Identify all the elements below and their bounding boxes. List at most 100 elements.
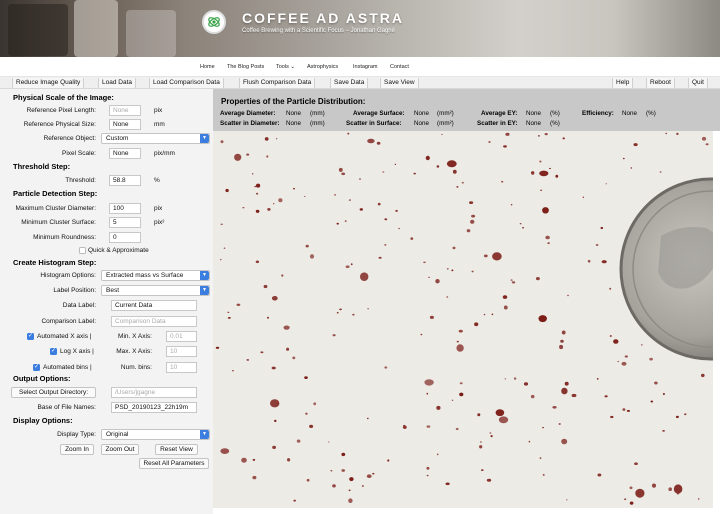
quick-approximate-checkbox[interactable]: [79, 247, 86, 254]
coffee-particle: [665, 132, 668, 135]
coffee-particle: [676, 493, 679, 495]
save-data-button[interactable]: Save Data: [330, 78, 369, 88]
coffee-particle: [649, 357, 653, 361]
coffee-particle: [384, 244, 387, 246]
coffee-particle: [495, 409, 505, 417]
display-options-heading: Display Options:: [13, 416, 73, 425]
coffee-particle: [503, 305, 508, 310]
coffee-particle: [545, 235, 550, 240]
coffee-particle: [270, 399, 280, 408]
average-surface-value: None: [414, 110, 430, 117]
reset-all-parameters-button[interactable]: Reset All Parameters: [139, 458, 209, 469]
max-x-axis-field[interactable]: 10: [166, 346, 197, 357]
threshold-field[interactable]: 58.8: [109, 175, 141, 186]
coffee-particle: [398, 227, 400, 230]
label-position-select[interactable]: Best ▼: [101, 285, 210, 296]
coffee-particle: [349, 477, 354, 482]
reduce-image-quality-button[interactable]: Reduce Image Quality: [12, 78, 85, 88]
base-file-names-field[interactable]: PSD_20190123_22h19m: [111, 402, 197, 413]
flush-comparison-data-button[interactable]: Flush Comparison Data: [239, 78, 316, 88]
histogram-options-select[interactable]: Extracted mass vs Surface ▼: [101, 270, 210, 281]
coffee-particle: [255, 260, 260, 264]
coffee-particle: [542, 473, 545, 476]
coffee-particle: [394, 163, 397, 165]
coffee-particle: [538, 315, 547, 323]
min-x-axis-field[interactable]: 0.01: [166, 331, 197, 342]
coffee-particle: [420, 333, 423, 336]
coffee-particle: [549, 167, 551, 170]
comparison-label-field[interactable]: Comparison Data: [111, 316, 197, 327]
histogram-options-value: Extracted mass vs Surface: [106, 272, 184, 279]
site-title[interactable]: COFFEE AD ASTRA: [242, 10, 404, 26]
particle-photo: [213, 131, 713, 508]
coffee-particle: [456, 340, 459, 343]
display-type-value: Original: [106, 431, 129, 438]
coffee-particle: [367, 308, 369, 310]
coffee-particle: [306, 478, 310, 482]
coffee-particle: [256, 183, 261, 188]
pixel-scale-field[interactable]: None: [109, 148, 141, 159]
coffee-particle: [477, 413, 481, 417]
min-cluster-surface-field[interactable]: 5: [109, 217, 141, 228]
nav-blog-posts[interactable]: The Blog Posts: [227, 64, 264, 70]
load-comparison-data-button[interactable]: Load Comparison Data: [149, 78, 224, 88]
coffee-particle: [510, 279, 513, 281]
coffee-particle: [215, 346, 220, 349]
max-cluster-diameter-field[interactable]: 100: [109, 203, 141, 214]
coffee-particle: [227, 317, 231, 319]
nav-home[interactable]: Home: [200, 64, 215, 70]
output-directory-field[interactable]: /Users/jgagne: [111, 387, 197, 398]
display-type-select[interactable]: Original ▼: [101, 429, 210, 440]
reference-physical-size-field[interactable]: None: [109, 119, 141, 130]
coffee-particle: [582, 196, 585, 198]
nav-contact[interactable]: Contact: [390, 64, 409, 70]
automated-x-axis-checkbox[interactable]: ✓: [27, 333, 34, 340]
results-panel: Properties of the Particle Distribution:…: [213, 89, 720, 514]
site-header-banner: COFFEE AD ASTRA Coffee Brewing with a Sc…: [0, 0, 720, 57]
coffee-particle: [281, 274, 284, 277]
nav-astrophysics[interactable]: Astrophysics: [307, 64, 338, 70]
reference-pixel-length-field[interactable]: None: [109, 105, 141, 116]
reset-view-button[interactable]: Reset View: [155, 444, 198, 455]
num-bins-field[interactable]: 10: [166, 362, 197, 373]
automated-bins-checkbox[interactable]: ✓: [33, 364, 40, 371]
zoom-in-button[interactable]: Zoom In: [60, 444, 94, 455]
coffee-particle: [220, 258, 222, 261]
comparison-label-label: Comparison Label:: [41, 318, 96, 325]
data-label-field[interactable]: Current Data: [111, 300, 197, 311]
coffee-particle-image[interactable]: [213, 131, 713, 508]
max-cluster-diameter-label: Maximum Cluster Diameter:: [15, 205, 96, 212]
coffee-particle: [446, 296, 449, 298]
log-x-axis-checkbox[interactable]: ✓: [50, 348, 57, 355]
site-logo-icon[interactable]: [202, 10, 226, 34]
coffee-particle: [287, 458, 291, 462]
coffee-particle: [241, 457, 247, 463]
coffee-particle: [410, 237, 414, 240]
zoom-out-button[interactable]: Zoom Out: [101, 444, 139, 455]
coffee-particle: [334, 194, 337, 196]
coffee-particle: [469, 201, 474, 204]
scatter-surface-unit: (mm²): [437, 120, 454, 127]
select-output-directory-button[interactable]: Select Output Directory:: [11, 387, 96, 398]
load-data-button[interactable]: Load Data: [98, 78, 136, 88]
coffee-particle: [456, 186, 459, 188]
coffee-particle: [452, 169, 457, 174]
reference-object-select[interactable]: Custom ▼: [101, 133, 210, 144]
reference-pixel-length-unit: pix: [154, 107, 163, 114]
quit-button[interactable]: Quit: [688, 78, 708, 88]
coffee-particle: [336, 311, 339, 314]
coffee-particle: [341, 469, 345, 472]
coffee-particle: [503, 145, 507, 148]
min-roundness-field[interactable]: 0: [109, 232, 141, 243]
help-button[interactable]: Help: [612, 78, 634, 88]
nav-tools[interactable]: Tools ⌄: [276, 64, 295, 70]
save-view-button[interactable]: Save View: [380, 78, 419, 88]
coffee-particle: [348, 489, 351, 492]
coffee-particle: [413, 172, 416, 175]
efficiency-value: None: [622, 110, 638, 117]
coffee-particle: [479, 445, 483, 449]
coffee-particle: [630, 167, 632, 169]
nav-instagram[interactable]: Instagram: [353, 64, 377, 70]
reboot-button[interactable]: Reboot: [646, 78, 675, 88]
coffee-particle: [536, 277, 540, 281]
